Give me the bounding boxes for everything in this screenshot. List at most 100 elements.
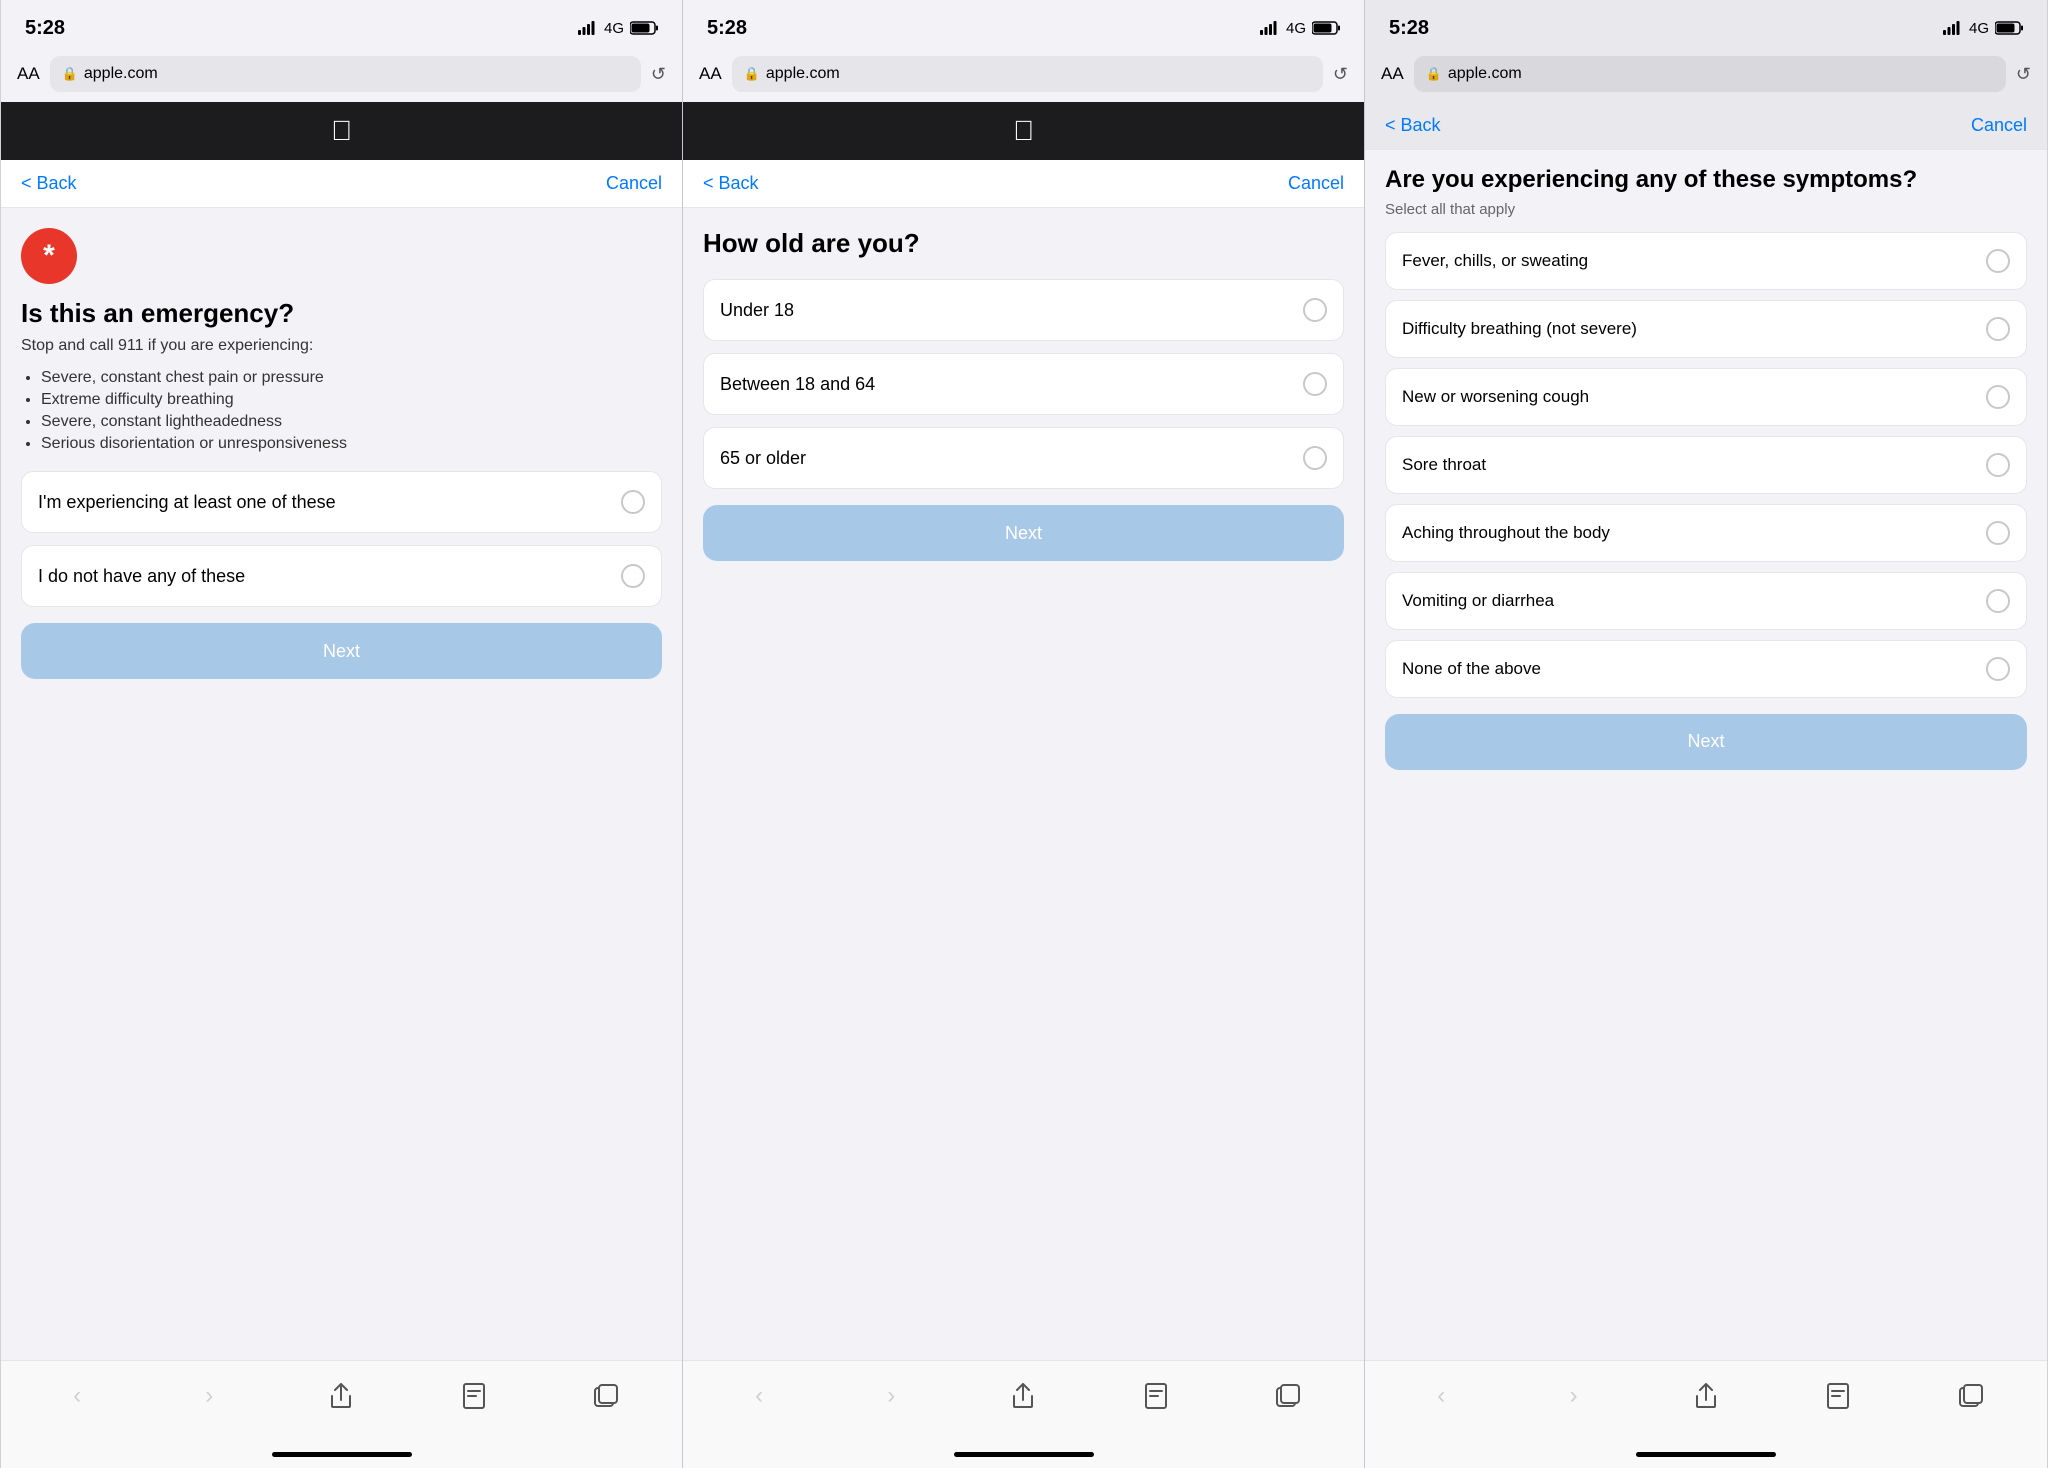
browser-bar-3: AA 🔒 apple.com ↺	[1365, 50, 2047, 102]
asterisk-icon-1: *	[43, 239, 55, 273]
radio-fever[interactable]	[1986, 249, 2010, 273]
share-icon-1[interactable]	[316, 1383, 366, 1409]
network-label-1: 4G	[604, 20, 624, 37]
browser-url-3: apple.com	[1448, 65, 1522, 83]
share-icon-2[interactable]	[998, 1383, 1048, 1409]
emergency-icon-1: *	[21, 228, 77, 284]
browser-url-container-1[interactable]: 🔒 apple.com	[50, 56, 641, 92]
symptom-option-sorethroat[interactable]: Sore throat	[1385, 436, 2027, 494]
age-option-65plus[interactable]: 65 or older	[703, 427, 1344, 489]
share-icon-3[interactable]	[1681, 1383, 1731, 1409]
page-subtitle-1: Stop and call 911 if you are experiencin…	[21, 337, 662, 355]
signal-icon-3	[1943, 21, 1963, 35]
home-indicator-2	[683, 1440, 1364, 1468]
lock-icon-3: 🔒	[1426, 66, 1442, 82]
radio-sorethroat[interactable]	[1986, 453, 2010, 477]
symptom-option-vomiting[interactable]: Vomiting or diarrhea	[1385, 572, 2027, 630]
browser-url-container-2[interactable]: 🔒 apple.com	[732, 56, 1323, 92]
radio-breathing[interactable]	[1986, 317, 2010, 341]
radio-cough[interactable]	[1986, 385, 2010, 409]
nav-row-3: < Back Cancel	[1365, 102, 2047, 150]
browser-aa-2[interactable]: AA	[699, 64, 722, 84]
forward-nav-icon-1[interactable]: ›	[184, 1382, 234, 1410]
option-card-1b[interactable]: I do not have any of these	[21, 545, 662, 607]
back-button-2[interactable]: < Back	[703, 173, 759, 194]
age-option-18-64[interactable]: Between 18 and 64	[703, 353, 1344, 415]
option-label-1a: I'm experiencing at least one of these	[38, 492, 336, 513]
lock-icon-2: 🔒	[744, 66, 760, 82]
radio-1a[interactable]	[621, 490, 645, 514]
next-label-1: Next	[323, 641, 360, 662]
refresh-icon-3[interactable]: ↺	[2016, 64, 2031, 85]
lock-icon-1: 🔒	[62, 66, 78, 82]
status-icons-1: 4G	[578, 20, 658, 37]
next-button-2[interactable]: Next	[703, 505, 1344, 561]
back-nav-icon-2[interactable]: ‹	[734, 1382, 784, 1410]
battery-icon-2	[1312, 21, 1340, 35]
page-title-3: Are you experiencing any of these sympto…	[1385, 166, 2027, 195]
back-nav-icon-3[interactable]: ‹	[1416, 1382, 1466, 1410]
browser-url-1: apple.com	[84, 65, 158, 83]
bookmarks-icon-2[interactable]	[1131, 1383, 1181, 1409]
radio-aching[interactable]	[1986, 521, 2010, 545]
next-button-3[interactable]: Next	[1385, 714, 2027, 770]
radio-vomiting[interactable]	[1986, 589, 2010, 613]
age-option-under18[interactable]: Under 18	[703, 279, 1344, 341]
symptom-option-cough[interactable]: New or worsening cough	[1385, 368, 2027, 426]
symptom-label-none: None of the above	[1402, 659, 1541, 679]
option-card-1a[interactable]: I'm experiencing at least one of these	[21, 471, 662, 533]
signal-icon-1	[578, 21, 598, 35]
symptom-option-breathing[interactable]: Difficulty breathing (not severe)	[1385, 300, 2027, 358]
radio-65plus[interactable]	[1303, 446, 1327, 470]
forward-nav-icon-2[interactable]: ›	[866, 1382, 916, 1410]
browser-url-2: apple.com	[766, 65, 840, 83]
bottom-toolbar-3: ‹ ›	[1365, 1360, 2047, 1440]
apple-header-2: 	[683, 102, 1364, 160]
symptom-option-aching[interactable]: Aching throughout the body	[1385, 504, 2027, 562]
tabs-icon-2[interactable]	[1263, 1384, 1313, 1408]
home-bar-2	[954, 1452, 1094, 1457]
symptom-label-aching: Aching throughout the body	[1402, 523, 1610, 543]
forward-nav-icon-3[interactable]: ›	[1549, 1382, 1599, 1410]
next-button-1[interactable]: Next	[21, 623, 662, 679]
tabs-icon-3[interactable]	[1946, 1384, 1996, 1408]
cancel-button-3[interactable]: Cancel	[1971, 115, 2027, 136]
home-bar-1	[272, 1452, 412, 1457]
browser-aa-1[interactable]: AA	[17, 64, 40, 84]
back-button-3[interactable]: < Back	[1385, 115, 1441, 136]
bottom-toolbar-1: ‹ ›	[1, 1360, 682, 1440]
symptom-label-breathing: Difficulty breathing (not severe)	[1402, 319, 1637, 339]
status-bar-2: 5:28 4G	[683, 0, 1364, 50]
symptom-option-none[interactable]: None of the above	[1385, 640, 2027, 698]
symptom-option-fever[interactable]: Fever, chills, or sweating	[1385, 232, 2027, 290]
refresh-icon-1[interactable]: ↺	[651, 64, 666, 85]
radio-18-64[interactable]	[1303, 372, 1327, 396]
bullet-item: Severe, constant chest pain or pressure	[41, 369, 662, 387]
content-2: How old are you? Under 18 Between 18 and…	[683, 208, 1364, 1360]
browser-aa-3[interactable]: AA	[1381, 64, 1404, 84]
back-nav-icon-1[interactable]: ‹	[52, 1382, 102, 1410]
radio-1b[interactable]	[621, 564, 645, 588]
tabs-icon-1[interactable]	[581, 1384, 631, 1408]
back-button-1[interactable]: < Back	[21, 173, 77, 194]
browser-bar-1: AA 🔒 apple.com ↺	[1, 50, 682, 102]
cancel-button-2[interactable]: Cancel	[1288, 173, 1344, 194]
network-label-3: 4G	[1969, 20, 1989, 37]
status-icons-2: 4G	[1260, 20, 1340, 37]
radio-under18[interactable]	[1303, 298, 1327, 322]
select-all-text-3: Select all that apply	[1385, 201, 2027, 218]
bookmarks-icon-1[interactable]	[449, 1383, 499, 1409]
status-icons-3: 4G	[1943, 20, 2023, 37]
battery-icon-1	[630, 21, 658, 35]
home-indicator-3	[1365, 1440, 2047, 1468]
browser-url-container-3[interactable]: 🔒 apple.com	[1414, 56, 2006, 92]
status-bar-3: 5:28 4G	[1365, 0, 2047, 50]
radio-none[interactable]	[1986, 657, 2010, 681]
nav-row-2: < Back Cancel	[683, 160, 1364, 208]
cancel-button-1[interactable]: Cancel	[606, 173, 662, 194]
content-1: * Is this an emergency? Stop and call 91…	[1, 208, 682, 1360]
bookmarks-icon-3[interactable]	[1813, 1383, 1863, 1409]
content-3: Are you experiencing any of these sympto…	[1365, 150, 2047, 1360]
refresh-icon-2[interactable]: ↺	[1333, 64, 1348, 85]
status-time-2: 5:28	[707, 17, 747, 40]
